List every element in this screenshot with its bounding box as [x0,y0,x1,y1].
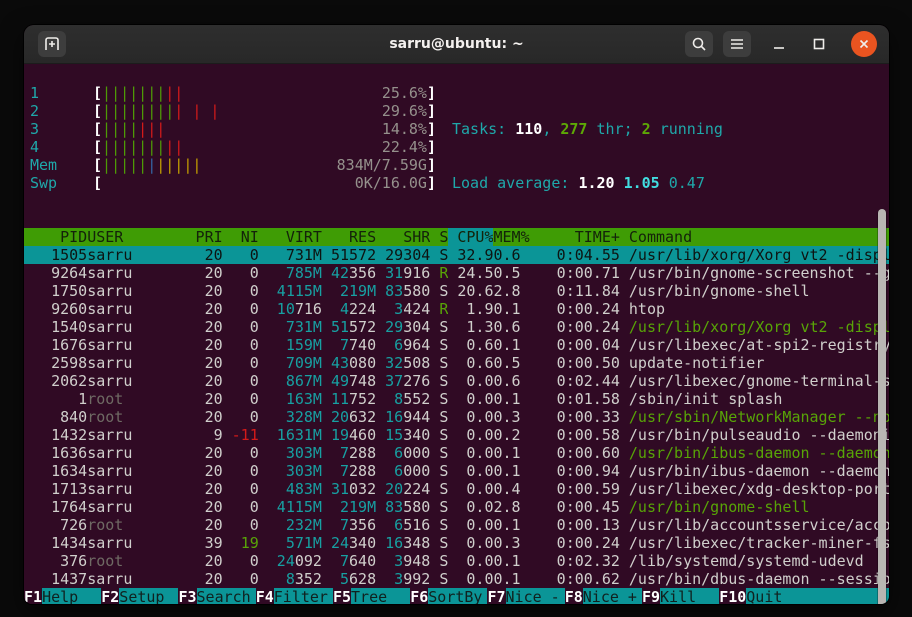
column-header-ni[interactable]: NI [223,228,259,246]
fn-nice-[interactable]: Nice - [506,588,565,604]
process-row[interactable]: 1764sarru2004115M219M83580S0.02.80:00.45… [24,498,889,516]
fnkey-F1: F1 [24,588,42,604]
column-header-virt[interactable]: VIRT [259,228,322,246]
process-row[interactable]: 1750sarru2004115M219M83580S20.62.80:11.8… [24,282,889,300]
process-row[interactable]: 840root200328M2063216944S0.00.30:00.33/u… [24,408,889,426]
fn-tree[interactable]: Tree [351,588,410,604]
fn-sortby[interactable]: SortBy [428,588,487,604]
process-row[interactable]: 1676sarru200159M77406964S0.60.10:00.04/u… [24,336,889,354]
process-row[interactable]: 1505sarru200731M5157229304S32.90.60:04.5… [24,246,889,264]
process-row[interactable]: 1634sarru200303M72886000S0.00.10:00.94/u… [24,462,889,480]
column-header-res[interactable]: RES [322,228,376,246]
function-key-bar: F1HelpF2SetupF3SearchF4FilterF5TreeF6Sor… [24,588,889,604]
hamburger-menu-icon [729,37,745,51]
process-row[interactable]: 1540sarru200731M5157229304S1.30.60:00.24… [24,318,889,336]
fnkey-F8: F8 [565,588,583,604]
column-header-pid[interactable]: PID [24,228,87,246]
search-button[interactable] [685,31,713,57]
process-table: 1505sarru200731M5157229304S32.90.60:04.5… [24,246,889,588]
process-row[interactable]: 9260sarru2001071642243424R1.90.10:00.24h… [24,300,889,318]
minimize-button[interactable] [765,31,793,57]
fn-search[interactable]: Search [197,588,256,604]
maximize-icon [811,36,827,52]
meter-1: 1[|||||||||25.6%] [30,84,436,102]
meter-Mem: Mem[|||||||||||834M/7.59G] [30,156,436,174]
meter-Swp: Swp[0K/16.0G] [30,174,436,192]
meter-4: 4[|||||||||22.4%] [30,138,436,156]
menu-button[interactable] [723,31,751,57]
process-row[interactable]: 2062sarru200867M4974837276S0.00.60:02.44… [24,372,889,390]
process-table-header[interactable]: PIDUSERPRINIVIRTRESSHRSCPU%MEM%TIME+Comm… [24,228,889,246]
process-row[interactable]: 376root2002409276403948S0.00.10:02.32/li… [24,552,889,570]
process-row[interactable]: 1432sarru9-111631M1946015340S0.00.20:00.… [24,426,889,444]
fnkey-F4: F4 [256,588,274,604]
column-header-cpu[interactable]: CPU% [448,228,493,246]
fn-kill[interactable]: Kill [660,588,719,604]
fn-setup[interactable]: Setup [119,588,178,604]
column-header-shr[interactable]: SHR [376,228,430,246]
process-row[interactable]: 1636sarru200303M72886000S0.00.10:00.60/u… [24,444,889,462]
process-row[interactable]: 2598sarru200709M4308032508S0.60.50:00.50… [24,354,889,372]
column-header-mem[interactable]: MEM% [493,228,538,246]
process-row[interactable]: 726root200232M73566516S0.00.10:00.13/usr… [24,516,889,534]
window-title: sarru@ubuntu: ~ [24,25,889,63]
tasks-summary: Tasks: 110, 277 thr; 2 running [452,120,723,138]
minimize-icon [771,36,787,52]
fnkey-F3: F3 [178,588,196,604]
meter-3: 3[|||||||14.8%] [30,120,436,138]
scrollbar-thumb[interactable] [878,209,886,604]
close-button[interactable] [851,31,877,57]
fnkey-F5: F5 [333,588,351,604]
titlebar: sarru@ubuntu: ~ [24,25,889,64]
column-header-pri[interactable]: PRI [187,228,223,246]
load-average: Load average: 1.20 1.05 0.47 [452,174,723,192]
column-header-user[interactable]: USER [87,228,186,246]
maximize-button[interactable] [805,31,833,57]
fnkey-F9: F9 [642,588,660,604]
terminal-window: sarru@ubuntu: ~ 1[|||||| [24,25,889,604]
process-row[interactable]: 1434sarru3919571M2434016348S0.00.30:00.2… [24,534,889,552]
fnkey-F2: F2 [101,588,119,604]
column-header-s[interactable]: S [430,228,448,246]
search-icon [691,36,707,52]
scrollbar[interactable] [877,209,887,604]
fnkey-F6: F6 [410,588,428,604]
htop-screen: 1[|||||||||25.6%]2[||||||||| | |29.6%]3[… [24,64,889,604]
fn-filter[interactable]: Filter [274,588,333,604]
meter-2: 2[||||||||| | |29.6%] [30,102,436,120]
fn-help[interactable]: Help [42,588,101,604]
fnkey-F7: F7 [487,588,505,604]
process-row[interactable]: 9264sarru200785M4235631916R24.50.50:00.7… [24,264,889,282]
fn-nice-[interactable]: Nice + [583,588,642,604]
close-icon [857,37,871,51]
fn-quit[interactable]: Quit [746,588,805,604]
column-header-cmd[interactable]: Command [620,228,889,246]
process-row[interactable]: 1713sarru200483M3103220224S0.00.40:00.59… [24,480,889,498]
process-row[interactable]: 1root200163M117528552S0.00.10:01.58/sbin… [24,390,889,408]
process-row[interactable]: 1437sarru200835256283992S0.00.10:00.62/u… [24,570,889,588]
fnkey-F10: F10 [719,588,746,604]
column-header-time[interactable]: TIME+ [539,228,620,246]
cpu-memory-meters: 1[|||||||||25.6%]2[||||||||| | |29.6%]3[… [30,84,436,192]
